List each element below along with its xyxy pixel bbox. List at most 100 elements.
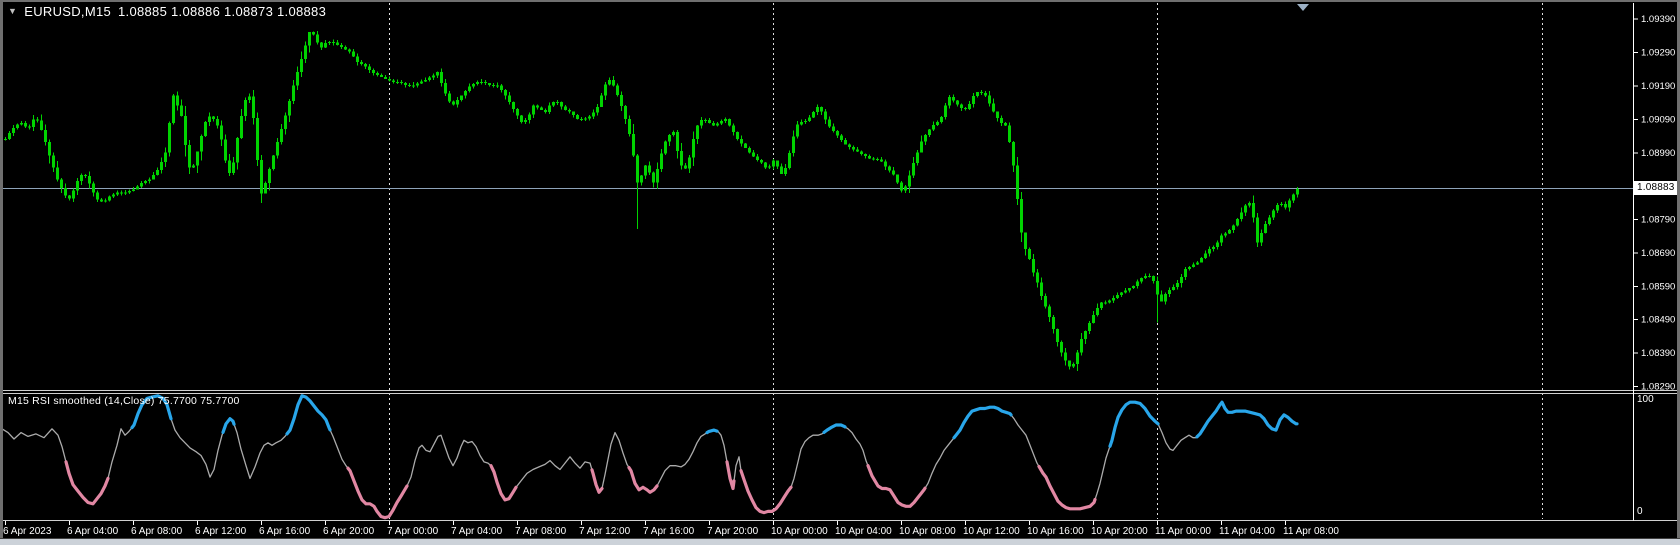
candle-body: [592, 113, 595, 117]
price-axis[interactable]: 1.093901.092901.091901.090901.089901.087…: [1633, 14, 1675, 392]
candle-body: [820, 107, 823, 112]
candle-body: [376, 73, 379, 75]
price-axis-label: 1.08390: [1641, 348, 1675, 359]
candle-body: [1008, 126, 1011, 143]
candle-body: [736, 132, 739, 139]
candle-body: [716, 123, 719, 125]
candle-body: [1180, 277, 1183, 283]
candle-body: [400, 82, 403, 83]
candle-body: [1036, 272, 1039, 282]
candle-body: [260, 160, 263, 193]
candle-body: [1224, 234, 1227, 236]
candle-body: [84, 175, 87, 176]
candle-body: [768, 166, 771, 167]
candle-body: [1252, 203, 1255, 217]
candle-body: [312, 32, 315, 35]
day-separator-lines: [390, 3, 1543, 519]
candle-body: [540, 108, 543, 110]
candle-body: [344, 47, 347, 49]
time-axis-label: 7 Apr 00:00: [387, 526, 439, 537]
candle-body: [1244, 206, 1247, 213]
current-price-tag: 1.08883: [1634, 181, 1680, 195]
candle-body: [1096, 308, 1099, 315]
candle-body: [148, 179, 151, 181]
candle-body: [76, 181, 79, 191]
candle-body: [800, 122, 803, 125]
candle-body: [568, 110, 571, 112]
candle-body: [916, 152, 919, 163]
chart-shift-marker-icon[interactable]: [1297, 4, 1309, 11]
candle-body: [72, 191, 75, 199]
candle-body: [188, 145, 191, 167]
candle-body: [256, 118, 259, 160]
candle-body: [464, 91, 467, 95]
candle-body: [172, 95, 175, 122]
candle-body: [88, 176, 91, 184]
dropdown-triangle-icon[interactable]: ▼: [8, 7, 17, 16]
candle-body: [8, 133, 11, 139]
candle-body: [1272, 211, 1275, 218]
rsi-line-blue-segment: [1110, 402, 1158, 446]
candle-body: [880, 159, 883, 161]
candle-body: [1160, 295, 1163, 302]
candle-body: [1216, 242, 1219, 246]
candle-body: [652, 172, 655, 182]
candle-body: [528, 114, 531, 120]
candle-body: [1260, 233, 1263, 242]
candle-body: [1124, 290, 1127, 292]
time-axis-label: 6 Apr 20:00: [323, 526, 375, 537]
candle-body: [672, 132, 675, 135]
candle-body: [1064, 353, 1067, 361]
time-axis-label: 7 Apr 04:00: [451, 526, 503, 537]
candle-body: [980, 92, 983, 93]
price-axis-label: 1.09290: [1641, 48, 1675, 59]
candle-body: [484, 82, 487, 83]
candle-body: [944, 106, 947, 117]
candle-body: [12, 128, 15, 133]
candle-body: [560, 102, 563, 106]
candle-body: [544, 110, 547, 112]
candle-body: [924, 135, 927, 142]
candle-body: [336, 43, 339, 45]
candle-body: [396, 82, 399, 83]
candle-body: [852, 147, 855, 149]
candle-body: [1104, 303, 1107, 304]
candlesticks-layer[interactable]: [4, 31, 1299, 371]
mt4-chart-window: 1.093901.092901.091901.090901.089901.087…: [0, 0, 1680, 545]
time-axis-label: 6 Apr 16:00: [259, 526, 311, 537]
candle-body: [840, 136, 843, 140]
candle-body: [900, 182, 903, 190]
candle-body: [296, 72, 299, 85]
time-axis-label: 7 Apr 08:00: [515, 526, 567, 537]
candle-body: [268, 169, 271, 183]
candle-body: [248, 96, 251, 100]
candle-body: [108, 197, 111, 201]
candle-body: [152, 175, 155, 179]
candle-body: [512, 102, 515, 109]
candle-body: [492, 85, 495, 86]
candle-body: [264, 183, 267, 193]
candle-body: [124, 192, 127, 193]
price-axis-label: 1.08590: [1641, 281, 1675, 292]
candle-body: [740, 139, 743, 143]
candle-body: [640, 176, 643, 183]
candle-body: [1200, 258, 1203, 262]
rsi-line-blue-segment: [824, 425, 845, 432]
time-axis-label: 10 Apr 12:00: [963, 526, 1020, 537]
candle-body: [272, 156, 275, 169]
candle-body: [764, 162, 767, 167]
candle-body: [32, 119, 35, 127]
candle-body: [608, 80, 611, 84]
rsi-line-pink-segment: [727, 462, 734, 489]
candle-body: [128, 191, 131, 192]
candle-body: [688, 158, 691, 169]
candle-body: [136, 186, 139, 189]
candle-body: [352, 52, 355, 57]
candle-body: [552, 102, 555, 105]
candle-body: [960, 105, 963, 108]
candle-body: [744, 143, 747, 147]
chart-canvas[interactable]: 1.093901.092901.091901.090901.089901.087…: [0, 0, 1680, 545]
time-axis[interactable]: 6 Apr 20236 Apr 04:006 Apr 08:006 Apr 12…: [3, 521, 1339, 537]
time-axis-label: 10 Apr 00:00: [771, 526, 828, 537]
candle-body: [456, 100, 459, 104]
